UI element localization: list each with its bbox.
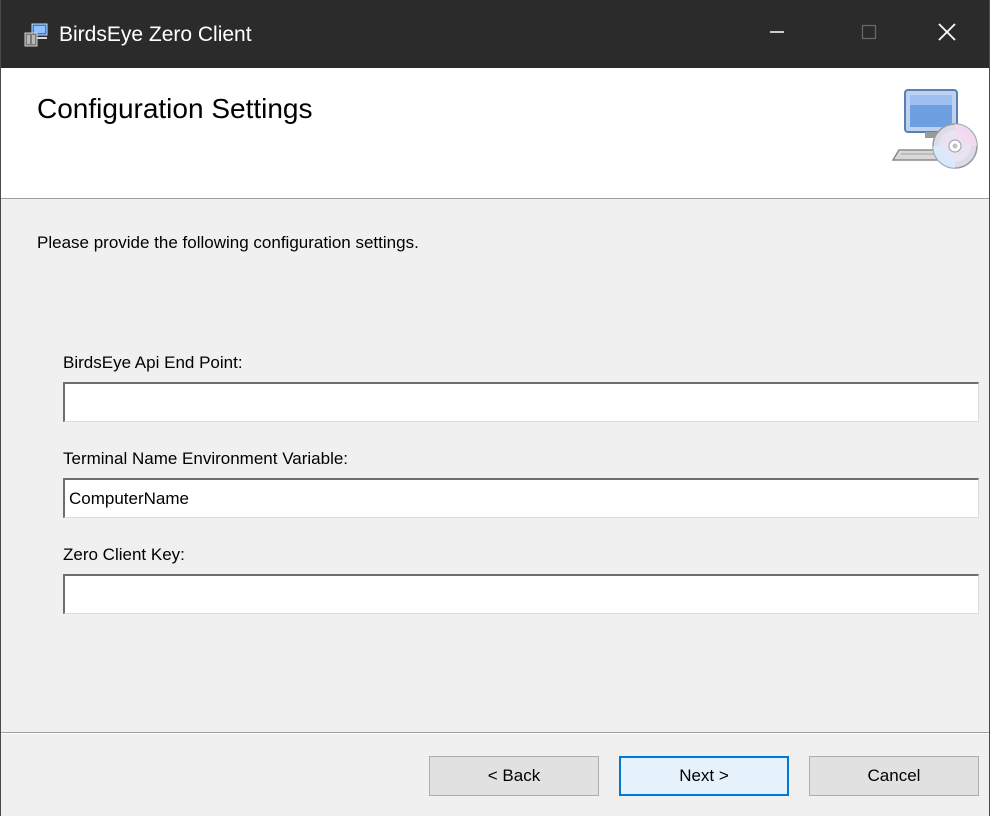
zero-client-key-input[interactable]: [63, 574, 979, 614]
header-banner: Configuration Settings: [1, 68, 989, 199]
api-endpoint-input[interactable]: [63, 382, 979, 422]
terminal-name-label: Terminal Name Environment Variable:: [63, 449, 349, 468]
back-button[interactable]: < Back: [429, 756, 599, 796]
terminal-name-input[interactable]: [63, 478, 979, 518]
next-button[interactable]: Next >: [619, 756, 789, 796]
window-title: BirdsEye Zero Client: [59, 23, 252, 46]
intro-text: Please provide the following configurati…: [37, 233, 419, 252]
close-icon: [936, 21, 958, 48]
page-title: Configuration Settings: [37, 93, 313, 124]
api-endpoint-label: BirdsEye Api End Point:: [63, 353, 243, 372]
title-bar[interactable]: BirdsEye Zero Client: [1, 0, 989, 68]
minimize-icon: [767, 22, 787, 47]
computer-cd-icon: [891, 84, 979, 172]
installer-window: BirdsEye Zero Client Configuration Setti…: [0, 0, 990, 816]
minimize-button[interactable]: [731, 0, 823, 68]
footer-divider: [1, 732, 989, 734]
maximize-icon: [859, 22, 879, 47]
maximize-button[interactable]: [823, 0, 915, 68]
close-button[interactable]: [905, 0, 989, 68]
zero-client-key-label: Zero Client Key:: [63, 545, 185, 564]
installer-app-icon: [23, 22, 49, 48]
cancel-button[interactable]: Cancel: [809, 756, 979, 796]
